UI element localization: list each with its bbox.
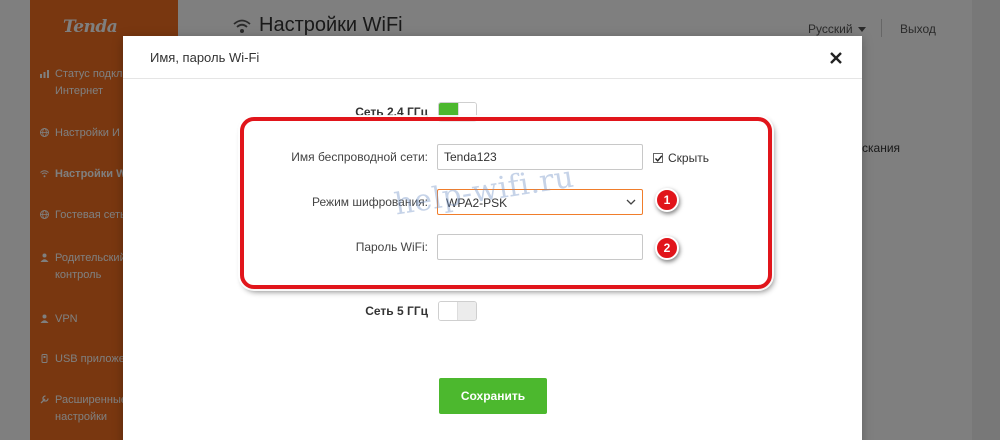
step-badge-1: 1 bbox=[655, 188, 679, 212]
band-5-label: Сеть 5 ГГц bbox=[365, 304, 428, 318]
toggle-on-segment bbox=[458, 302, 476, 320]
dialog-header: Имя, пароль Wi-Fi bbox=[123, 36, 862, 79]
step-badge-2: 2 bbox=[655, 236, 679, 260]
save-button[interactable]: Сохранить bbox=[439, 378, 547, 414]
dialog-title: Имя, пароль Wi-Fi bbox=[150, 50, 260, 65]
toggle-off-segment bbox=[439, 302, 458, 320]
band-5-toggle[interactable] bbox=[438, 301, 477, 321]
close-icon[interactable] bbox=[827, 49, 845, 67]
